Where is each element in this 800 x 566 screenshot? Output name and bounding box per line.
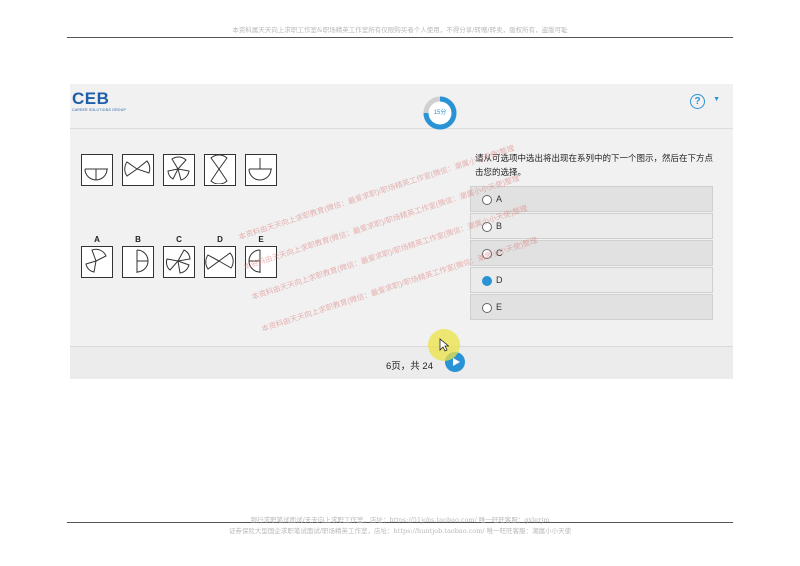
figure-2-icon — [124, 160, 151, 177]
option-e[interactable]: E — [470, 294, 713, 320]
series-figure-4 — [204, 154, 236, 186]
document-footer-line-2: 证券保险大型国企求职笔试面试/职场精英工作室，店址：https://huntjo… — [228, 527, 572, 535]
question-text: 请从可选项中选出将出现在系列中的下一个图示，然后在下方点击您的选择。 — [475, 153, 714, 177]
document-header-note: 本资料属天天向上求职工作室&职场精英工作室所有仅限购买者个人使用，不得分享/转赠… — [232, 26, 568, 34]
series-figure-2 — [122, 154, 154, 186]
answer-letter-e: E — [258, 235, 264, 244]
timer-dial: 15分 — [422, 95, 458, 131]
page-indicator: 6页，共 24 — [386, 361, 433, 372]
answer-options: A B C D E — [470, 186, 713, 321]
question-circle-icon[interactable]: ? — [690, 94, 705, 109]
navigation-footer: 6页，共 24 — [70, 346, 733, 379]
option-b-label: B — [496, 221, 503, 231]
radio-a[interactable] — [482, 195, 492, 205]
timer-label: 15分 — [433, 110, 447, 116]
answer-letter-a: A — [94, 235, 100, 244]
radio-c[interactable] — [482, 249, 492, 259]
figure-a-icon — [85, 248, 107, 273]
answer-letter-b: B — [135, 235, 141, 244]
option-c-label: C — [496, 248, 503, 258]
figure-1-icon — [84, 168, 108, 181]
answer-figure-a — [81, 246, 113, 278]
answer-figure-b — [122, 246, 154, 278]
answer-figure-e — [245, 246, 277, 278]
radio-d-selected[interactable] — [482, 276, 492, 286]
series-figure-1 — [81, 154, 113, 186]
top-bar: CEB CAREER SOLUTIONS GROUP 15分 ? ▼ — [70, 84, 733, 131]
answer-letter-c: C — [176, 235, 182, 244]
figure-5-icon — [248, 158, 272, 181]
series-figure-5 — [245, 154, 277, 186]
ceb-logo: CEB CAREER SOLUTIONS GROUP — [72, 90, 126, 112]
figure-c-icon — [165, 249, 191, 274]
option-a-label: A — [496, 194, 503, 204]
figure-3-icon — [167, 156, 190, 181]
figure-e-icon — [248, 249, 261, 273]
answer-letter-d: D — [217, 235, 223, 244]
figure-d-icon — [205, 252, 234, 270]
figure-4-icon — [210, 155, 228, 184]
option-c[interactable]: C — [470, 240, 713, 266]
header-divider — [67, 37, 733, 38]
assessment-window: CEB CAREER SOLUTIONS GROUP 15分 ? ▼ A B C… — [70, 84, 733, 379]
mouse-cursor-icon — [439, 338, 449, 352]
radio-e[interactable] — [482, 303, 492, 313]
option-b[interactable]: B — [470, 213, 713, 239]
series-figure-3 — [163, 154, 195, 186]
option-d[interactable]: D — [470, 267, 713, 293]
logo-subtext: CAREER SOLUTIONS GROUP — [72, 108, 126, 112]
figure-b-icon — [136, 249, 149, 273]
answer-figure-d — [204, 246, 236, 278]
chevron-down-icon[interactable]: ▼ — [713, 96, 720, 103]
option-d-label: D — [496, 275, 503, 285]
logo-text: CEB — [72, 89, 110, 108]
option-a[interactable]: A — [470, 186, 713, 212]
document-footer-line-1: 银行求职笔试面试/天天向上求职工作室，店址：https://51jobs.tao… — [250, 516, 550, 524]
radio-b[interactable] — [482, 222, 492, 232]
answer-figure-c — [163, 246, 195, 278]
option-e-label: E — [496, 302, 503, 312]
